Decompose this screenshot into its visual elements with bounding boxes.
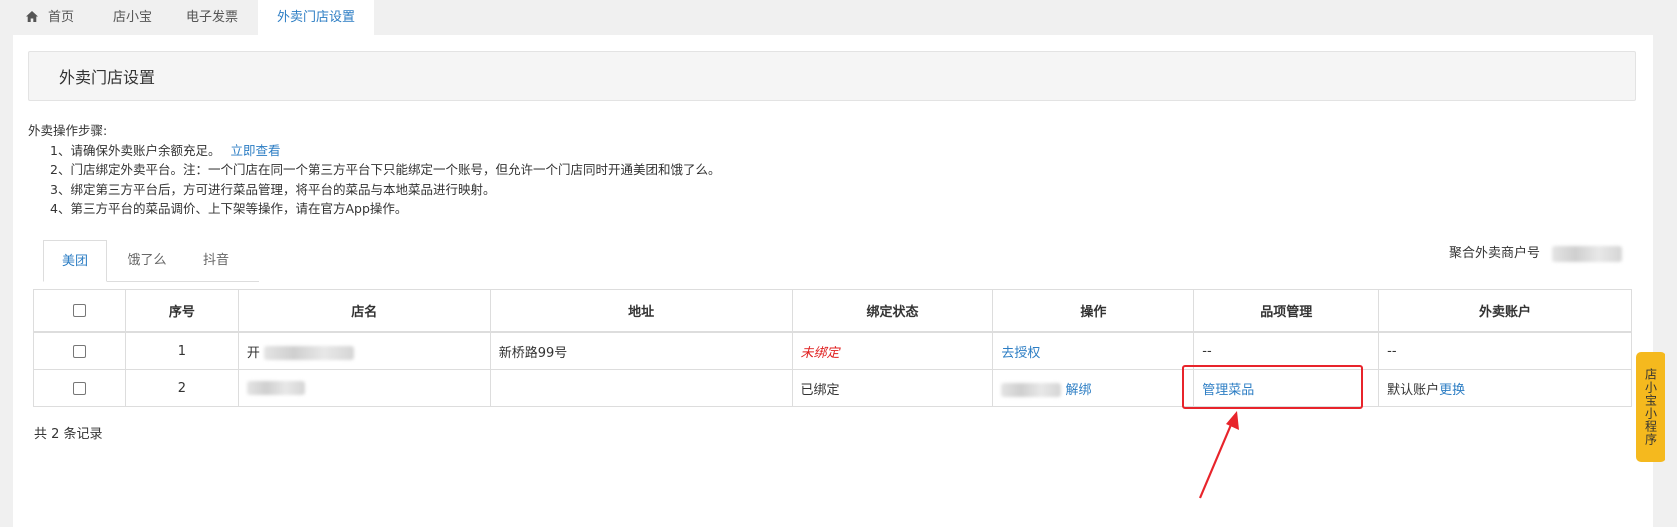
merchant-id-value-redacted [1552,245,1623,262]
column-header: 品项管理 [1193,289,1380,333]
column-header: 操作 [992,289,1195,333]
column-header: 店名 [237,289,491,333]
top-nav-bar: 首页 店小宝 电子发票 外卖门店设置 [0,0,1677,35]
table-row: 1 开 新桥路99号 未绑定 去授权 -- -- [33,331,1632,370]
binding-status: 未绑定 [791,331,994,370]
nav-tab-invoice[interactable]: 电子发票 [186,0,238,35]
nav-tab-label: 电子发票 [186,10,239,25]
annotation-arrow-icon [1198,411,1239,499]
instructions: 外卖操作步骤: 1、请确保外卖账户余额充足。 立即查看 2、门店绑定外卖平台。注… [28,121,720,219]
merchant-id: 聚合外卖商户号 [1449,242,1623,262]
store-table: 序号 店名 地址 绑定状态 操作 品项管理 外卖账户 1 开 新桥路99号 未绑… [33,289,1632,407]
nav-tab-label: 外卖门店设置 [276,10,355,25]
instruction-step: 4、第三方平台的菜品调价、上下架等操作，请在官方App操作。 [50,201,408,216]
account-default-label: 默认账户 [1387,382,1440,398]
tab-meituan[interactable]: 美团 [43,240,107,282]
row-select-cell [33,331,126,370]
binding-status: 已绑定 [791,369,994,407]
account-cell: -- [1378,331,1632,370]
items-management-cell: -- [1193,331,1380,370]
nav-tab-home[interactable]: 首页 [26,0,74,35]
action-cell: 去授权 [992,331,1195,370]
row-index: 1 [124,331,239,370]
scrollbar-track[interactable] [1665,0,1677,527]
tab-douyin[interactable]: 抖音 [191,240,241,281]
annotation-highlight-box [1182,365,1363,409]
nav-tab-home-label: 首页 [48,10,75,25]
tab-eleme[interactable]: 饿了么 [115,240,179,281]
row-checkbox[interactable] [72,344,86,358]
instruction-step: 3、绑定第三方平台后，方可进行菜品管理，将平台的菜品与本地菜品进行映射。 [50,181,496,197]
store-address [489,369,793,407]
instruction-step: 1、请确保外卖账户余额充足。 立即查看 [28,141,720,161]
column-header: 绑定状态 [791,289,994,333]
view-now-link[interactable]: 立即查看 [230,143,280,158]
column-header: 外卖账户 [1378,289,1632,333]
row-select-cell [33,369,126,407]
record-count: 共 2 条记录 [34,427,103,442]
select-all-checkbox[interactable] [72,304,86,317]
unbind-link[interactable]: 解绑 [1066,383,1092,398]
store-address: 新桥路99号 [489,331,793,370]
store-name-cell: 开 [237,331,491,370]
page-header: 外卖门店设置 [28,51,1636,101]
nav-tab-label: 店小宝 [113,10,153,25]
page-title: 外卖门店设置 [59,68,156,87]
change-account-link[interactable]: 更换 [1439,383,1465,398]
instruction-step-text: 1、请确保外卖账户余额充足。 [50,142,221,158]
instructions-heading: 外卖操作步骤: [28,123,108,138]
action-cell: 解绑 [992,369,1195,407]
store-name-redacted [246,381,305,395]
store-name-cell [237,369,491,407]
mini-program-label: 店小宝小程序 [1643,368,1658,446]
table-header-row: 序号 店名 地址 绑定状态 操作 品项管理 外卖账户 [33,289,1632,333]
store-name-visible: 开 [246,345,260,361]
merchant-id-label: 聚合外卖商户号 [1449,246,1541,261]
store-name-redacted [264,346,355,360]
column-header: 地址 [489,289,793,333]
column-header: 序号 [124,289,239,333]
nav-tab-takeout-settings[interactable]: 外卖门店设置 [258,0,374,35]
home-icon [26,11,38,22]
nav-tab-dianxiaobao[interactable]: 店小宝 [113,0,152,35]
account-cell: 默认账户更换 [1378,369,1632,407]
bound-account-redacted [1001,383,1062,397]
instruction-step: 2、门店绑定外卖平台。注：一个门店在同一个第三方平台下只能绑定一个账号，但允许一… [50,162,721,177]
select-all-cell [33,289,126,333]
mini-program-widget[interactable]: 店小宝小程序 [1636,352,1666,462]
platform-tabs: 美团 饿了么 抖音 [43,240,259,282]
authorize-link[interactable]: 去授权 [1001,346,1040,361]
table-row: 2 已绑定 解绑 管理菜品 默认账户更换 [33,369,1632,407]
row-checkbox[interactable] [72,381,86,395]
row-index: 2 [124,369,239,407]
content-panel [13,35,1653,527]
